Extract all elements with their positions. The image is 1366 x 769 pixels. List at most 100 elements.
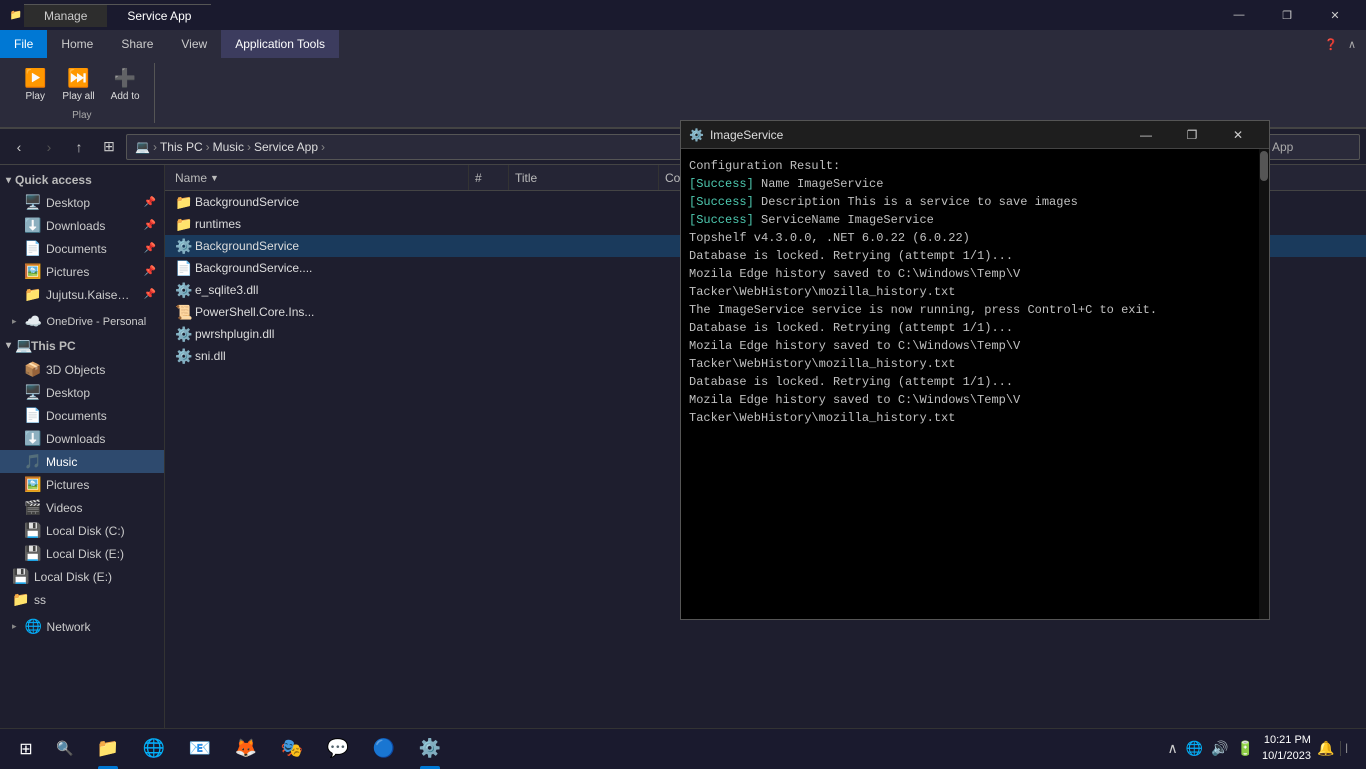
col-name-label: Name: [175, 171, 207, 185]
quick-access-header[interactable]: ▾ Quick access: [0, 169, 164, 191]
col-header-num[interactable]: #: [469, 165, 509, 190]
thispc-header[interactable]: ▾ 💻 This PC: [0, 333, 164, 358]
start-button[interactable]: ⊞: [4, 729, 48, 769]
sidebar-label-locale2: Local Disk (E:): [34, 570, 112, 584]
recent-button[interactable]: ⊞: [96, 134, 122, 160]
taskbar-item-settings[interactable]: ⚙️: [408, 729, 452, 769]
terminal-line-4: Topshelf v4.3.0.0, .NET 6.0.22 (6.0.22): [689, 229, 1251, 247]
scrollbar-thumb[interactable]: [1260, 151, 1268, 181]
sidebar-label-documents-quick: Documents: [46, 242, 107, 256]
taskbar-item-edge[interactable]: 🌐: [132, 729, 176, 769]
up-button[interactable]: ↑: [66, 134, 92, 160]
tab-file[interactable]: File: [0, 30, 47, 58]
downloads-icon: ⬇️: [24, 217, 40, 234]
sidebar-item-onedrive[interactable]: ▸ ☁️ OneDrive - Personal: [0, 310, 164, 333]
onedrive-arrow: ▸: [12, 316, 17, 327]
terminal-maximize-button[interactable]: ❐: [1169, 121, 1215, 149]
sidebar-item-documents[interactable]: 📄 Documents: [0, 404, 164, 427]
sidebar-item-locale2[interactable]: 💾 Local Disk (E:): [0, 565, 164, 588]
terminal-line-0: Configuration Result:: [689, 157, 1251, 175]
sidebar-item-pictures[interactable]: 🖼️ Pictures: [0, 473, 164, 496]
tray-network-icon[interactable]: 🌐: [1184, 738, 1205, 759]
sidebar-item-jujutsu-quick[interactable]: 📁 Jujutsu.Kaisen.S0... 📌: [0, 283, 164, 306]
notification-icon[interactable]: 🔔: [1317, 740, 1334, 757]
play-all-button[interactable]: ⏭️ Play all: [56, 64, 100, 106]
terminal-close-button[interactable]: ✕: [1215, 121, 1261, 149]
thispc-icon: 💻: [15, 337, 31, 354]
terminal-content[interactable]: Configuration Result: [Success] Name Ima…: [681, 149, 1259, 619]
sidebar-item-music[interactable]: 🎵 Music: [0, 450, 164, 473]
play-button[interactable]: ▶️ Play: [18, 64, 52, 106]
sidebar-label-3dobjects: 3D Objects: [46, 363, 105, 377]
forward-button[interactable]: ›: [36, 134, 62, 160]
sidebar-label-downloads: Downloads: [46, 432, 105, 446]
sidebar-item-ss[interactable]: 📁 ss: [0, 588, 164, 611]
terminal-line-8: Database is locked. Retrying (attempt 1/…: [689, 319, 1251, 337]
ribbon-help-icon[interactable]: ❓: [1324, 38, 1338, 51]
taskbar-item-explorer[interactable]: 📁: [86, 729, 130, 769]
tray-expand-icon[interactable]: ∧: [1165, 738, 1179, 759]
sidebar-item-desktop[interactable]: 🖥️ Desktop: [0, 381, 164, 404]
clock-date: 10/1/2023: [1262, 749, 1311, 764]
sidebar-item-pictures-quick[interactable]: 🖼️ Pictures 📌: [0, 260, 164, 283]
tray-volume-icon[interactable]: 🔊: [1209, 738, 1230, 759]
tab-manage[interactable]: Manage: [24, 4, 107, 27]
sidebar-label-desktop: Desktop: [46, 386, 90, 400]
path-segment-thispc[interactable]: 💻: [135, 140, 150, 154]
sidebar-item-3dobjects[interactable]: 📦 3D Objects: [0, 358, 164, 381]
taskbar-item-app1[interactable]: 🎭: [270, 729, 314, 769]
playlist-icon: ➕: [114, 68, 136, 89]
show-desktop-button[interactable]: |: [1340, 741, 1352, 756]
window-icon: 📁: [8, 7, 24, 23]
sidebar-item-documents-quick[interactable]: 📄 Documents 📌: [0, 237, 164, 260]
documents-icon: 📄: [24, 240, 40, 257]
sidebar-label-pictures-quick: Pictures: [46, 265, 89, 279]
sidebar-item-localc[interactable]: 💾 Local Disk (C:): [0, 519, 164, 542]
minimize-button[interactable]: —: [1216, 0, 1262, 30]
path-segment-serviceapp[interactable]: Service App: [254, 140, 318, 154]
sidebar-label-localc: Local Disk (C:): [46, 524, 125, 538]
col-header-title[interactable]: Title: [509, 165, 659, 190]
sidebar-item-downloads[interactable]: ⬇️ Downloads: [0, 427, 164, 450]
search-button[interactable]: 🔍: [48, 729, 82, 769]
path-segment-music[interactable]: Music: [213, 140, 244, 154]
ribbon-group-label: Play: [72, 110, 91, 121]
music-icon: 🎵: [24, 453, 40, 470]
file-icon-3: 📄: [175, 260, 191, 277]
close-button[interactable]: ✕: [1312, 0, 1358, 30]
sidebar-item-downloads-quick[interactable]: ⬇️ Downloads 📌: [0, 214, 164, 237]
tab-home[interactable]: Home: [47, 30, 107, 58]
taskbar-item-mail[interactable]: 📧: [178, 729, 222, 769]
sidebar-item-network[interactable]: ▸ 🌐 Network: [0, 615, 164, 638]
file-name-4: ⚙️ e_sqlite3.dll: [169, 282, 469, 299]
terminal-minimize-button[interactable]: —: [1123, 121, 1169, 149]
col-header-name[interactable]: Name ▼: [169, 165, 469, 190]
add-to-playlist-button[interactable]: ➕ Add to: [105, 64, 146, 106]
taskbar-item-app2[interactable]: 💬: [316, 729, 360, 769]
tab-application-tools[interactable]: Application Tools: [221, 30, 339, 58]
sidebar-item-desktop-quick[interactable]: 🖥️ Desktop 📌: [0, 191, 164, 214]
taskbar-clock[interactable]: 10:21 PM 10/1/2023: [1262, 733, 1311, 764]
maximize-button[interactable]: ❐: [1264, 0, 1310, 30]
downloads2-icon: ⬇️: [24, 430, 40, 447]
terminal-line-9: Mozila Edge history saved to C:\Windows\…: [689, 337, 1251, 373]
sidebar-item-locale[interactable]: 💾 Local Disk (E:): [0, 542, 164, 565]
sidebar-item-videos[interactable]: 🎬 Videos: [0, 496, 164, 519]
file-name-2: ⚙️ BackgroundService: [169, 238, 469, 255]
playlist-label: Add to: [111, 91, 140, 102]
tab-service-app[interactable]: Service App: [107, 4, 211, 27]
path-segment-thispc-label[interactable]: This PC: [160, 140, 203, 154]
taskbar-item-app3[interactable]: 🔵: [362, 729, 406, 769]
tab-view[interactable]: View: [167, 30, 221, 58]
quick-access-arrow: ▾: [6, 175, 11, 186]
tab-share[interactable]: Share: [107, 30, 167, 58]
tray-battery-icon[interactable]: 🔋: [1235, 738, 1256, 759]
dll-icon-6: ⚙️: [175, 326, 191, 343]
taskbar-item-firefox[interactable]: 🦊: [224, 729, 268, 769]
terminal-scrollbar[interactable]: [1259, 149, 1269, 619]
title-bar-controls: — ❐ ✕: [1216, 0, 1358, 30]
ribbon-expand-icon[interactable]: ∧: [1348, 38, 1356, 51]
sidebar-label-jujutsu: Jujutsu.Kaisen.S0...: [46, 288, 136, 302]
terminal-line-2: [Success] Description This is a service …: [689, 193, 1251, 211]
back-button[interactable]: ‹: [6, 134, 32, 160]
